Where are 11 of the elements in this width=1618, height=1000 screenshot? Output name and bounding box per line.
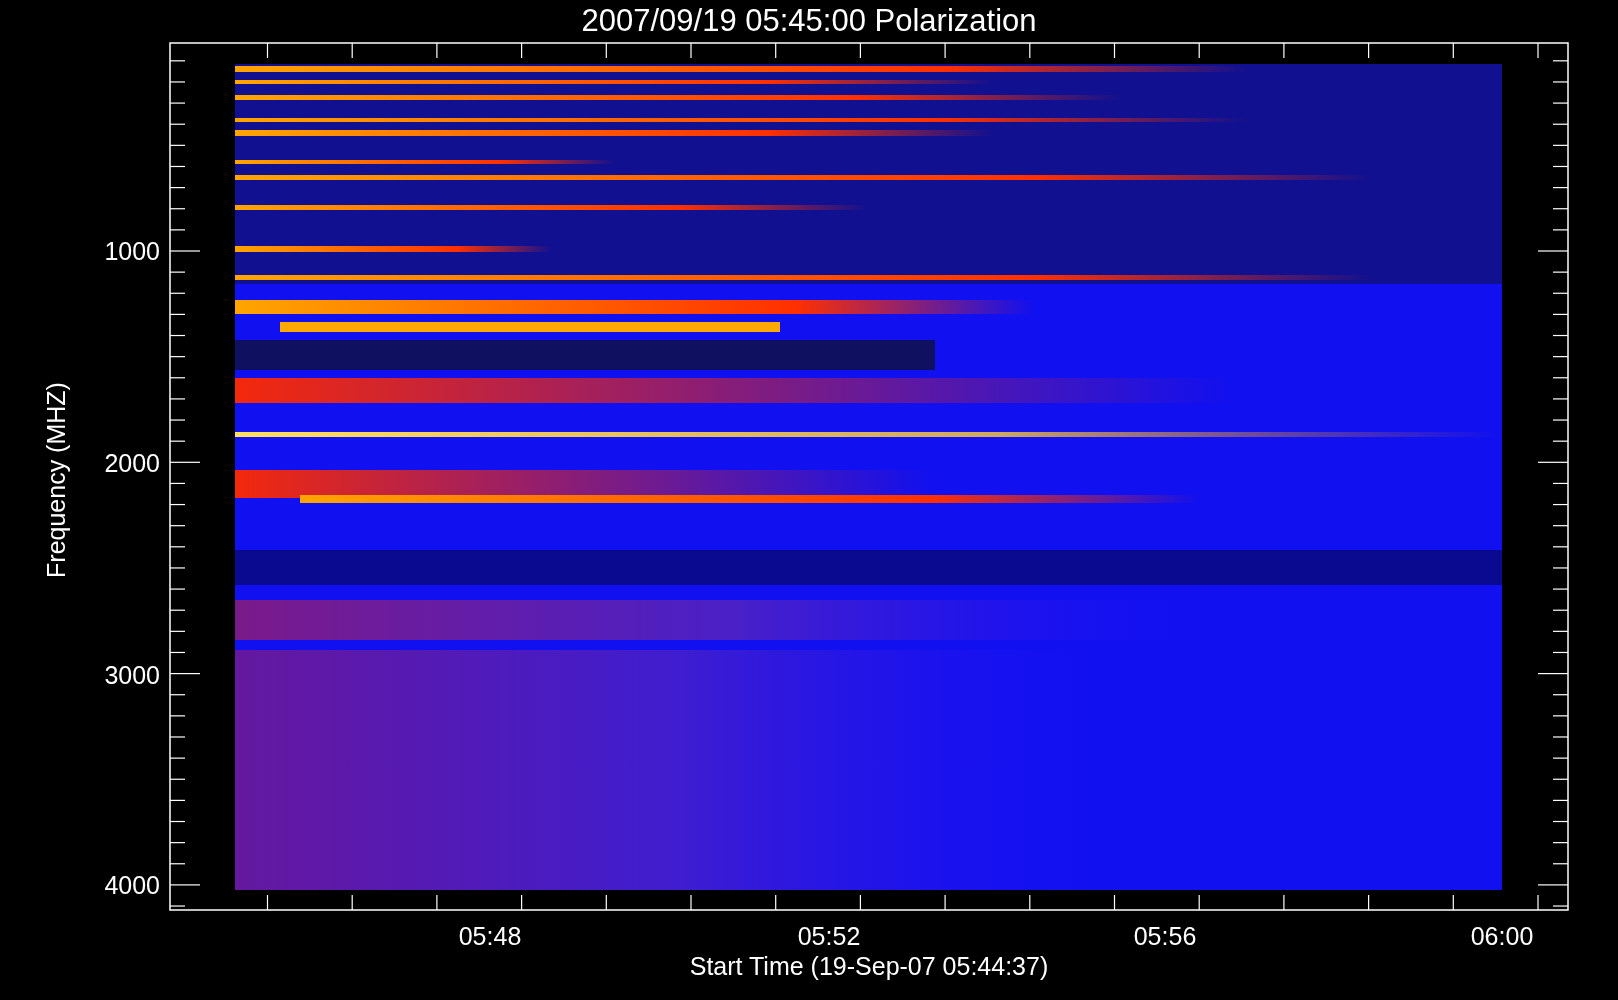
y-tick-label: 3000 [104,661,160,689]
y-tick-label: 2000 [104,449,160,477]
y-tick-label: 1000 [104,237,160,265]
x-tick-label: 05:48 [458,922,522,950]
chart-title: 2007/09/19 05:45:00 Polarization [581,3,1037,38]
x-tick-label: 05:56 [1133,922,1197,950]
y-axis-label: Frequency (MHZ) [42,382,70,578]
x-tick-label: 06:00 [1470,922,1534,950]
x-tick-label: 05:52 [797,922,861,950]
y-tick-label: 4000 [104,871,160,899]
x-axis-label: Start Time (19-Sep-07 05:44:37) [689,952,1049,980]
